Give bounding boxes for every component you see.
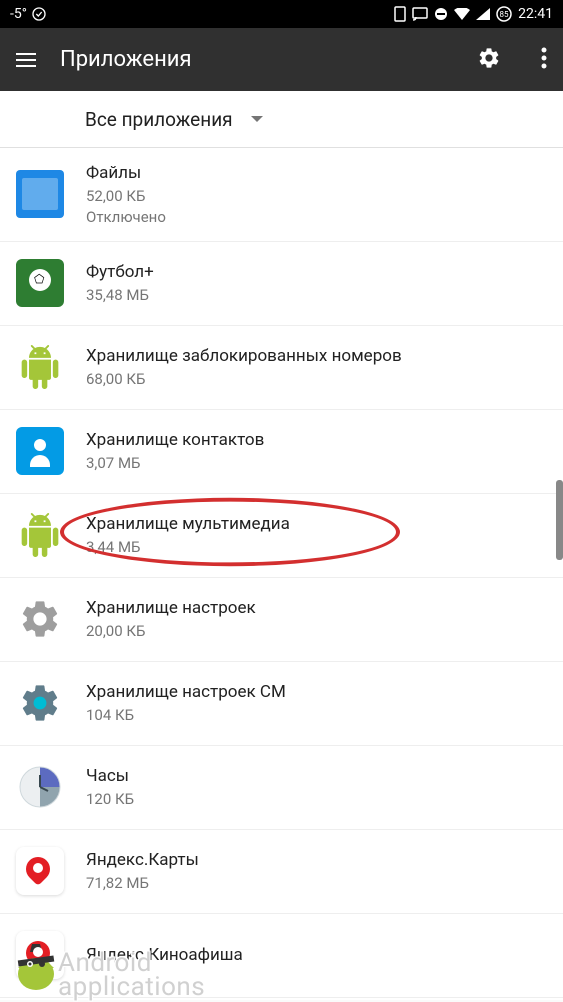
signal-icon <box>476 8 490 20</box>
app-item[interactable]: Часы120 КБ <box>0 746 563 830</box>
status-left: -5° <box>10 6 47 22</box>
app-info: Яндекс.Карты71,82 МБ <box>86 848 199 894</box>
battery-icon: 85 <box>496 6 512 22</box>
cast-icon <box>412 7 428 21</box>
app-status: Отключено <box>86 207 166 228</box>
app-size: 71,82 МБ <box>86 873 199 894</box>
svg-text:85: 85 <box>500 10 509 19</box>
status-bar: -5° 85 22:41 <box>0 0 563 28</box>
app-size: 3,07 МБ <box>86 453 264 474</box>
app-item[interactable]: Файлы52,00 КБОтключено <box>0 148 563 242</box>
android-icon <box>16 511 64 559</box>
app-name: Хранилище настроек <box>86 596 256 621</box>
app-info: Яндекс.Киноафиша <box>86 943 243 968</box>
status-right: 85 22:41 <box>394 6 553 22</box>
app-info: Хранилище заблокированных номеров68,00 К… <box>86 344 402 390</box>
app-size: 35,48 МБ <box>86 285 154 306</box>
more-icon[interactable] <box>541 47 547 73</box>
scrollbar[interactable] <box>556 480 563 560</box>
app-item[interactable]: Яндекс.Карты71,82 МБ <box>0 830 563 914</box>
app-name: Часы <box>86 764 134 789</box>
screen-icon <box>394 6 406 22</box>
app-size: 20,00 КБ <box>86 621 256 642</box>
app-info: Футбол+35,48 МБ <box>86 260 154 306</box>
app-name: Яндекс.Карты <box>86 848 199 873</box>
app-info: Хранилище настроек20,00 КБ <box>86 596 256 642</box>
clock-icon <box>16 763 64 811</box>
sync-icon <box>31 6 47 22</box>
temperature: -5° <box>10 6 27 22</box>
app-name: Хранилище контактов <box>86 428 264 453</box>
dnd-icon <box>434 7 448 21</box>
app-name: Хранилище настроек CM <box>86 680 286 705</box>
app-info: Часы120 КБ <box>86 764 134 810</box>
filter-label: Все приложения <box>85 108 233 131</box>
app-name: Хранилище мультимедиа <box>86 512 290 537</box>
app-size: 68,00 КБ <box>86 369 402 390</box>
app-size: 3,44 МБ <box>86 537 290 558</box>
app-item[interactable]: Хранилище настроек20,00 КБ <box>0 578 563 662</box>
wifi-icon <box>454 8 470 20</box>
files-icon <box>16 170 64 218</box>
menu-icon[interactable] <box>16 53 36 67</box>
app-item[interactable]: Хранилище мультимедиа3,44 МБ <box>0 494 563 578</box>
app-size: 52,00 КБ <box>86 186 166 207</box>
page-title: Приложения <box>60 47 437 72</box>
gear-icon <box>16 595 64 643</box>
yandex-icon <box>16 931 64 979</box>
android-icon <box>16 343 64 391</box>
app-info: Файлы52,00 КБОтключено <box>86 161 166 228</box>
contacts-icon <box>16 427 64 475</box>
app-size: 104 КБ <box>86 705 286 726</box>
app-item[interactable]: Хранилище настроек CM104 КБ <box>0 662 563 746</box>
clock: 22:41 <box>518 6 553 22</box>
app-name: Хранилище заблокированных номеров <box>86 344 402 369</box>
app-info: Хранилище мультимедиа3,44 МБ <box>86 512 290 558</box>
app-item[interactable]: Футбол+35,48 МБ <box>0 242 563 326</box>
app-item[interactable]: Хранилище контактов3,07 МБ <box>0 410 563 494</box>
filter-dropdown[interactable]: Все приложения <box>0 91 563 148</box>
app-item[interactable]: Хранилище заблокированных номеров68,00 К… <box>0 326 563 410</box>
yandex-icon <box>16 847 64 895</box>
app-list: Файлы52,00 КБОтключено Футбол+35,48 МБ Хра… <box>0 148 563 1000</box>
app-info: Хранилище контактов3,07 МБ <box>86 428 264 474</box>
gear-cm-icon <box>16 679 64 727</box>
app-name: Футбол+ <box>86 260 154 285</box>
football-icon <box>16 259 64 307</box>
app-info: Хранилище настроек CM104 КБ <box>86 680 286 726</box>
app-name: Яндекс.Киноафиша <box>86 943 243 968</box>
app-size: 120 КБ <box>86 789 134 810</box>
app-name: Файлы <box>86 161 166 186</box>
chevron-down-icon <box>251 116 263 122</box>
settings-icon[interactable] <box>477 46 501 74</box>
app-bar: Приложения <box>0 28 563 91</box>
app-item[interactable]: Яндекс.Киноафиша <box>0 914 563 998</box>
